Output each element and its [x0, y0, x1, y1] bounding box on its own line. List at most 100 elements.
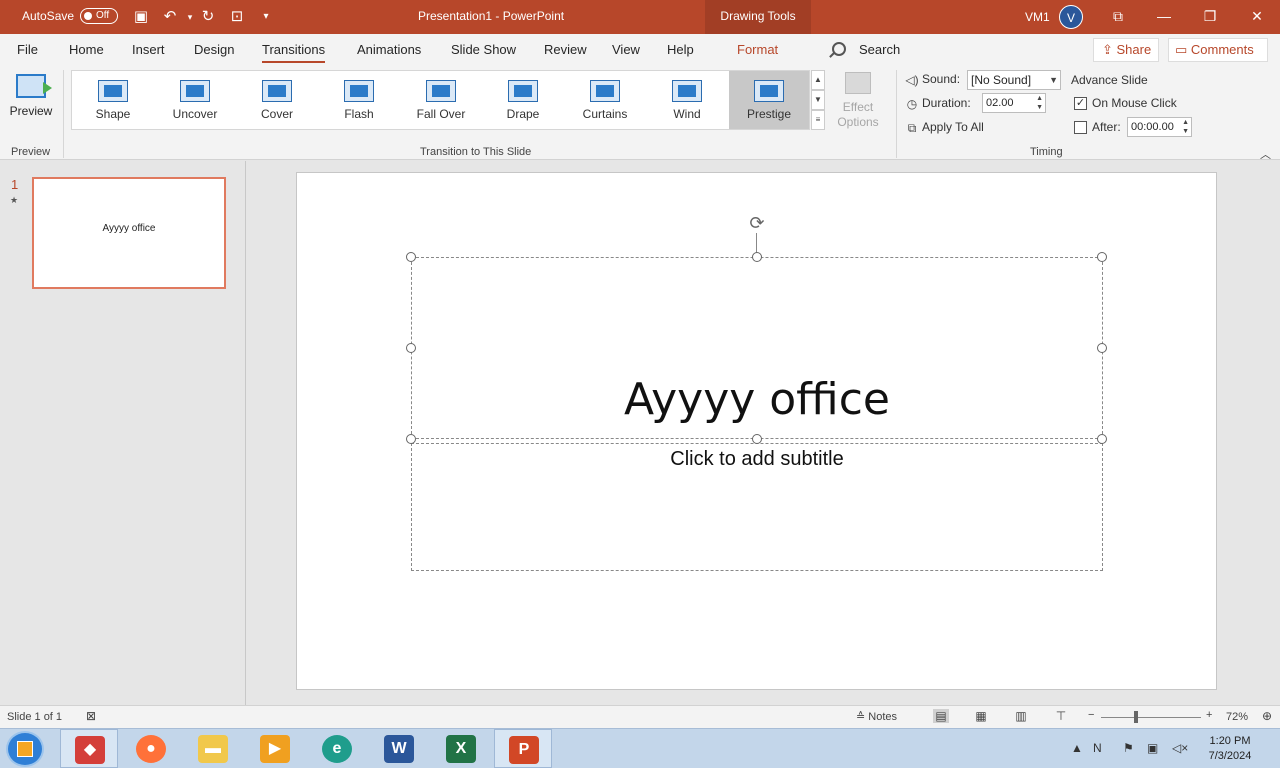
transition-cover[interactable]: Cover — [237, 71, 317, 129]
transition-curtains[interactable]: Curtains — [565, 71, 645, 129]
spinner-arrows-icon[interactable]: ▲ ▼ — [1036, 94, 1043, 112]
apply-all-button[interactable]: ⧉ Apply To All — [905, 120, 984, 135]
gallery-up-icon[interactable]: ▲ — [811, 70, 825, 90]
resize-handle[interactable] — [1097, 434, 1107, 444]
clock[interactable]: 1:20 PM 7/3/2024 — [1200, 734, 1260, 764]
search-icon[interactable] — [832, 42, 846, 56]
taskbar-edge[interactable]: e — [308, 729, 366, 768]
resize-handle[interactable] — [406, 343, 416, 353]
preview-button[interactable]: Preview — [5, 70, 57, 128]
resize-handle[interactable] — [1097, 252, 1107, 262]
slide-title[interactable]: Ayyyy office — [412, 374, 1102, 426]
search-label[interactable]: Search — [859, 42, 900, 57]
undo-dropdown-icon[interactable]: ▾ — [180, 7, 200, 27]
present-icon[interactable]: ⊡ — [227, 7, 247, 27]
customize-qat-icon[interactable]: ▾ — [256, 7, 276, 27]
subtitle-placeholder[interactable]: Click to add subtitle — [411, 443, 1103, 571]
sound-select[interactable]: [No Sound] ▼ — [967, 70, 1061, 90]
taskbar-powerpoint[interactable]: P — [494, 729, 552, 768]
resize-handle[interactable] — [1097, 343, 1107, 353]
after-row[interactable]: After: — [1074, 120, 1121, 135]
redo-icon[interactable]: ↻ — [198, 7, 218, 27]
title-placeholder[interactable]: Ayyyy office — [411, 257, 1103, 439]
restore-icon[interactable]: ❐ — [1187, 0, 1233, 34]
show-hidden-icons-icon[interactable]: ▲ — [1071, 741, 1083, 755]
tab-slide-show[interactable]: Slide Show — [451, 42, 516, 57]
zoom-slider-thumb[interactable] — [1134, 711, 1138, 723]
taskbar-excel[interactable]: X — [432, 729, 490, 768]
zoom-out-icon[interactable]: − — [1088, 709, 1094, 721]
after-checkbox[interactable] — [1074, 121, 1087, 135]
transition-drape[interactable]: Drape — [483, 71, 563, 129]
taskbar-file-explorer[interactable]: ▬ — [184, 729, 242, 768]
collapse-ribbon-icon[interactable]: ︿ — [1260, 146, 1271, 162]
tab-design[interactable]: Design — [194, 42, 234, 57]
transition-prestige[interactable]: Prestige — [729, 71, 809, 129]
comments-button[interactable]: ▭ Comments — [1168, 38, 1268, 62]
avatar[interactable]: V — [1059, 5, 1083, 29]
after-spinner[interactable]: 00:00.00 ▲ ▼ — [1127, 117, 1192, 137]
zoom-slider[interactable] — [1101, 717, 1201, 718]
tab-animations[interactable]: Animations — [357, 42, 421, 57]
taskbar-word[interactable]: W — [370, 729, 428, 768]
taskbar-gamemaker[interactable]: ◆ — [60, 729, 118, 768]
slide-thumbnail[interactable]: Ayyyy office — [32, 177, 226, 289]
ribbon-display-options-icon[interactable]: ⧉ — [1095, 0, 1141, 34]
autosave-toggle[interactable]: Off — [80, 8, 118, 24]
tab-review[interactable]: Review — [544, 42, 587, 57]
effect-options-button[interactable]: Effect Options — [830, 72, 886, 130]
duration-spinner[interactable]: 02.00 ▲ ▼ — [982, 93, 1046, 113]
slide-subtitle[interactable]: Click to add subtitle — [412, 448, 1102, 471]
gallery-more-icon[interactable]: ≡ — [811, 110, 825, 130]
tab-format[interactable]: Format — [737, 42, 778, 57]
spinner-arrows-icon[interactable]: ▲ ▼ — [1182, 118, 1189, 136]
slide-sorter-icon[interactable]: ▦ — [973, 709, 989, 723]
tab-home[interactable]: Home — [69, 42, 104, 57]
slide[interactable]: ⟳ Ayyyy office Click to add subtitle — [296, 172, 1217, 690]
transition-fall-over[interactable]: Fall Over — [401, 71, 481, 129]
apply-all-icon: ⧉ — [907, 120, 917, 135]
resize-handle[interactable] — [406, 434, 416, 444]
transition-shape[interactable]: Shape — [73, 71, 153, 129]
start-button[interactable] — [6, 731, 44, 767]
save-icon[interactable]: ▣ — [131, 7, 151, 27]
onenote-tray-icon[interactable]: N — [1093, 741, 1102, 755]
resize-handle[interactable] — [752, 434, 762, 444]
transition-uncover[interactable]: Uncover — [155, 71, 235, 129]
normal-view-icon[interactable]: ▤ — [933, 709, 949, 723]
excel-icon: X — [446, 735, 476, 763]
tab-file[interactable]: File — [17, 42, 38, 57]
rotate-handle-icon[interactable]: ⟳ — [747, 213, 767, 233]
taskbar-media-player[interactable]: ▶ — [246, 729, 304, 768]
transition-flash[interactable]: Flash — [319, 71, 399, 129]
transition-wind[interactable]: Wind — [647, 71, 727, 129]
clock-icon: ◷ — [906, 96, 918, 111]
accessibility-icon[interactable]: ⊠ — [83, 709, 99, 723]
gallery-down-icon[interactable]: ▼ — [811, 90, 825, 110]
reading-view-icon[interactable]: ▥ — [1013, 709, 1029, 723]
preview-label: Preview — [9, 104, 53, 118]
resize-handle[interactable] — [752, 252, 762, 262]
slideshow-view-icon[interactable]: ⊤ — [1053, 709, 1069, 723]
slide-thumbnail-panel: 1 ★ Ayyyy office — [0, 161, 246, 705]
minimize-icon[interactable]: — — [1141, 0, 1187, 34]
undo-icon[interactable]: ↶ — [160, 7, 180, 27]
on-mouse-click-checkbox[interactable]: ✓ — [1074, 97, 1087, 111]
volume-muted-icon[interactable]: ◁× — [1172, 741, 1188, 755]
zoom-in-icon[interactable]: + — [1206, 709, 1212, 721]
notes-button[interactable]: ≙ Notes — [856, 710, 897, 723]
fit-to-window-icon[interactable]: ⊕ — [1259, 709, 1275, 723]
tab-view[interactable]: View — [612, 42, 640, 57]
on-mouse-click-row[interactable]: ✓ On Mouse Click — [1074, 96, 1177, 111]
curtains-transition-icon — [590, 80, 620, 102]
zoom-level[interactable]: 72% — [1226, 711, 1248, 723]
resize-handle[interactable] — [406, 252, 416, 262]
action-center-flag-icon[interactable]: ⚑ — [1123, 741, 1134, 755]
share-button[interactable]: ⇪ Share — [1093, 38, 1159, 62]
taskbar-firefox[interactable]: ● — [122, 729, 180, 768]
close-icon[interactable]: ✕ — [1234, 0, 1280, 34]
tab-insert[interactable]: Insert — [132, 42, 165, 57]
tab-help[interactable]: Help — [667, 42, 694, 57]
network-icon[interactable]: ▣ — [1147, 741, 1158, 755]
tab-transitions[interactable]: Transitions — [262, 42, 326, 63]
